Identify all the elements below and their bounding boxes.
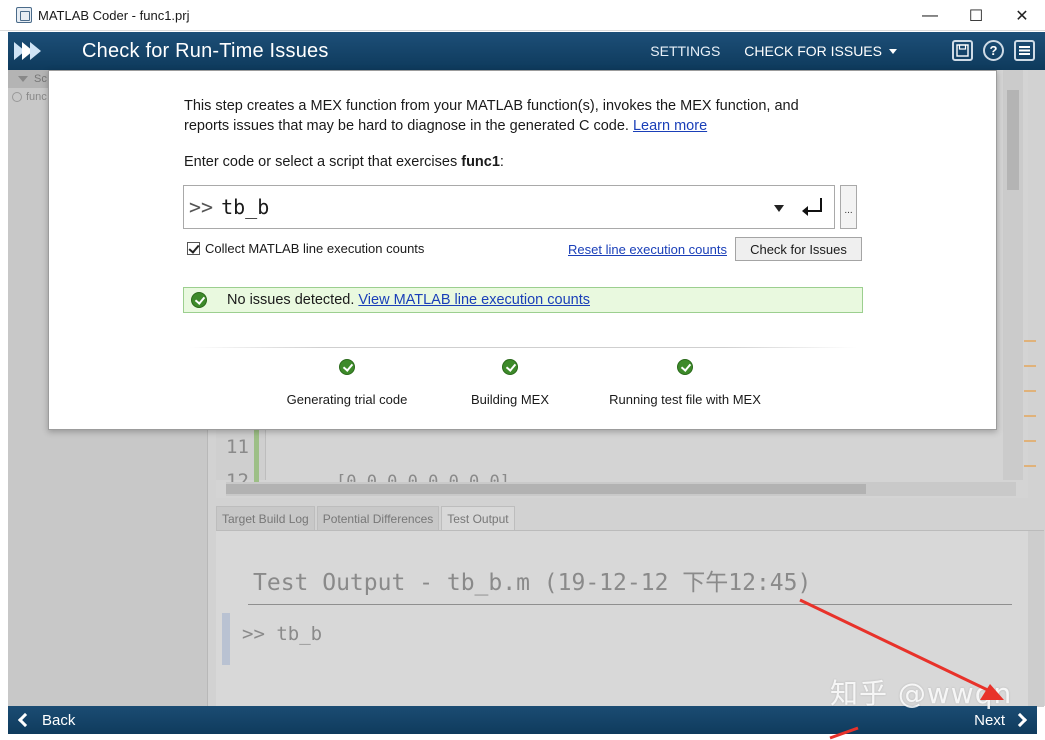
minimize-button[interactable]: —: [907, 0, 953, 31]
check-for-issues-label: CHECK FOR ISSUES: [744, 43, 882, 59]
step-check-icon: [339, 359, 355, 375]
tab-target-build-log[interactable]: Target Build Log: [216, 506, 315, 530]
matlab-coder-icon: [16, 7, 32, 23]
test-output-heading: Test Output - tb_b.m (19-12-12 下午12:45): [253, 570, 812, 596]
test-command-field[interactable]: >> tb_b: [183, 185, 835, 229]
back-button[interactable]: Back: [16, 712, 75, 729]
step-generating-trial-code: Generating trial code: [286, 359, 408, 407]
tab-potential-differences[interactable]: Potential Differences: [316, 506, 440, 530]
test-command-input[interactable]: tb_b: [221, 195, 761, 219]
left-panel-item-label: func: [26, 91, 47, 103]
app-header: Check for Run-Time Issues SETTINGS CHECK…: [8, 32, 1045, 70]
maximize-button[interactable]: ☐: [953, 0, 999, 31]
prompt-suffix: :: [499, 154, 504, 170]
menu-icon[interactable]: [1014, 40, 1035, 61]
vertical-scrollbar[interactable]: [1003, 70, 1023, 480]
function-icon: [12, 92, 22, 102]
command-marker: [222, 613, 230, 665]
next-label: Next: [974, 711, 1005, 729]
prompt-label-text: Enter code or select a script that exerc…: [184, 154, 458, 170]
divider: [189, 347, 857, 348]
scrollbar-thumb[interactable]: [1007, 90, 1019, 190]
help-icon[interactable]: ?: [983, 40, 1004, 61]
dropdown-arrow-icon[interactable]: [774, 205, 784, 212]
prompt-label: Enter code or select a script that exerc…: [184, 154, 504, 170]
check-issues-dialog: This step creates a MEX function from yo…: [48, 70, 997, 430]
result-text: No issues detected.: [227, 292, 355, 308]
chevron-down-icon: [889, 48, 897, 54]
overview-ticks: [1024, 340, 1038, 490]
window-titlebar: MATLAB Coder - func1.prj — ☐ ✕: [0, 0, 1045, 31]
divider: [248, 604, 1012, 605]
save-icon[interactable]: [952, 40, 973, 61]
step-check-icon: [677, 359, 693, 375]
step-label: Running test file with MEX: [609, 392, 761, 407]
chevron-right-icon: [1012, 712, 1028, 728]
watermark: 知乎 @wwqn: [830, 677, 1013, 710]
window-title: MATLAB Coder - func1.prj: [38, 7, 190, 23]
check-for-issues-menu[interactable]: CHECK FOR ISSUES: [744, 32, 897, 70]
success-check-icon: [191, 292, 207, 308]
checkbox-checked-icon[interactable]: [187, 242, 200, 255]
settings-menu[interactable]: SETTINGS: [650, 32, 720, 70]
settings-label: SETTINGS: [650, 43, 721, 59]
step-building-mex: Building MEX: [468, 359, 552, 407]
learn-more-link[interactable]: Learn more: [633, 118, 707, 134]
output-scrollbar[interactable]: [1028, 531, 1044, 707]
browse-button[interactable]: ...: [840, 185, 857, 229]
workflow-arrows-icon: [14, 40, 60, 62]
menu-glyph: [1019, 46, 1030, 55]
left-panel-header-label: Sc: [34, 73, 47, 85]
header-tools: ?: [952, 40, 1035, 61]
check-for-issues-button[interactable]: Check for Issues: [735, 237, 862, 261]
horizontal-scrollbar[interactable]: [226, 482, 1016, 496]
reset-line-counts-link[interactable]: Reset line execution counts: [568, 242, 727, 257]
intro-text: This step creates a MEX function from yo…: [184, 96, 844, 136]
window-controls: — ☐ ✕: [907, 0, 1045, 31]
result-banner: No issues detected. View MATLAB line exe…: [183, 287, 863, 313]
close-button[interactable]: ✕: [999, 0, 1045, 31]
view-line-counts-link[interactable]: View MATLAB line execution counts: [358, 292, 590, 308]
test-output-command: >> tb_b: [242, 623, 323, 645]
enter-icon[interactable]: [802, 198, 822, 216]
step-running-test-file: Running test file with MEX: [607, 359, 763, 407]
command-prompt: >>: [189, 195, 214, 219]
step-check-icon: [502, 359, 518, 375]
step-label: Generating trial code: [286, 392, 408, 407]
scrollbar-thumb[interactable]: [226, 484, 866, 494]
line-number: 11: [226, 436, 249, 458]
function-name: func1: [461, 154, 500, 170]
collapse-icon: [18, 76, 28, 82]
output-tabs: Target Build Log Potential Differences T…: [216, 506, 517, 530]
page-title: Check for Run-Time Issues: [82, 39, 329, 62]
coverage-marker: [254, 430, 259, 490]
step-label: Building MEX: [470, 392, 550, 407]
collect-line-counts-checkbox[interactable]: Collect MATLAB line execution counts: [187, 241, 424, 256]
collect-line-counts-label: Collect MATLAB line execution counts: [205, 241, 425, 256]
save-glyph: [956, 44, 969, 57]
chevron-left-icon: [17, 712, 33, 728]
tab-test-output[interactable]: Test Output: [441, 506, 515, 530]
back-label: Back: [42, 711, 76, 729]
header-nav: SETTINGS CHECK FOR ISSUES: [626, 32, 897, 70]
